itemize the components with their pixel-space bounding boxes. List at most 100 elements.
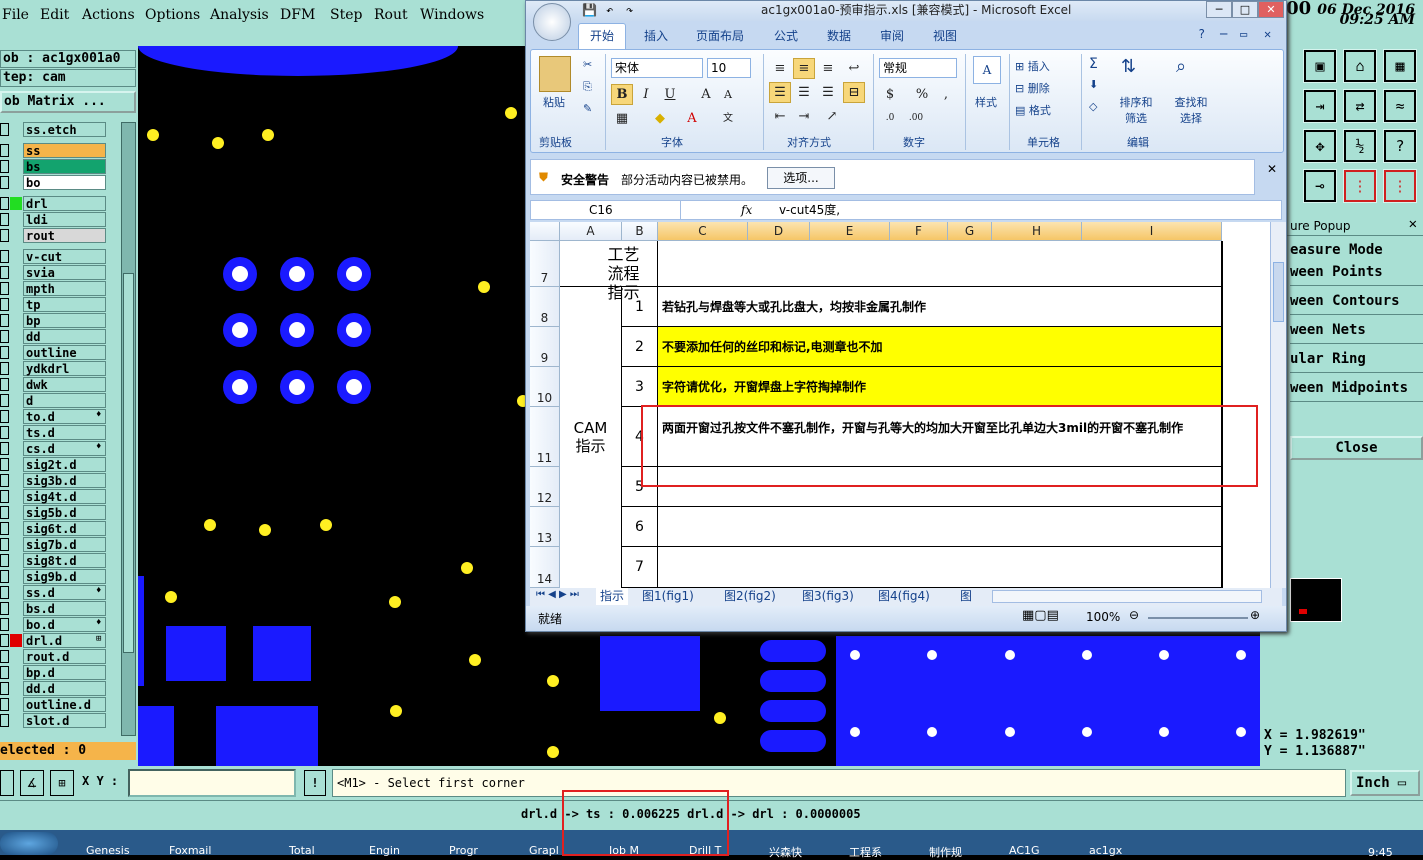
layer-row[interactable]: tp: [0, 297, 120, 312]
row-header[interactable]: 10: [530, 367, 560, 407]
empty-cell[interactable]: [658, 241, 1222, 287]
layer-row[interactable]: bs.d: [0, 601, 120, 616]
align-middle-button[interactable]: ≡: [793, 58, 815, 79]
menu-windows[interactable]: Windows: [420, 7, 484, 23]
menu-step[interactable]: Step: [330, 7, 362, 23]
phonetic-button[interactable]: 文: [717, 108, 739, 129]
snap-icon[interactable]: ∡: [20, 770, 44, 796]
zoom-out-icon[interactable]: ⊖: [1129, 608, 1139, 622]
alert-icon[interactable]: !: [304, 770, 326, 796]
comma-button[interactable]: ,: [935, 84, 957, 105]
layer-checkbox[interactable]: [0, 570, 9, 583]
layer-checkbox[interactable]: [0, 144, 9, 157]
layer-row[interactable]: sig3b.d: [0, 473, 120, 488]
align-center-button[interactable]: ☰: [793, 82, 815, 103]
layer-checkbox[interactable]: [0, 458, 9, 471]
sort-filter-icon[interactable]: ⇅: [1121, 56, 1136, 77]
layer-row[interactable]: sig4t.d: [0, 489, 120, 504]
column-header[interactable]: I: [1082, 222, 1222, 241]
net2-icon[interactable]: ⋮: [1383, 169, 1417, 203]
column-header[interactable]: E: [810, 222, 890, 241]
layer-checkbox[interactable]: [0, 698, 9, 711]
align-bottom-button[interactable]: ≡: [817, 58, 839, 79]
taskbar-item[interactable]: 工程系: [849, 844, 882, 859]
column-header[interactable]: A: [560, 222, 622, 241]
layer-row[interactable]: rout: [0, 228, 120, 243]
layer-row[interactable]: sig6t.d: [0, 521, 120, 536]
styles-icon[interactable]: A: [973, 56, 1001, 84]
menu-file[interactable]: File: [2, 7, 29, 23]
layer-row[interactable]: v-cut: [0, 249, 120, 264]
options-button[interactable]: 选项...: [767, 167, 835, 189]
xy-input[interactable]: [128, 769, 296, 797]
fill-icon[interactable]: ⬇: [1089, 78, 1098, 91]
bold-button[interactable]: B: [611, 84, 633, 105]
move-icon[interactable]: ✥: [1303, 129, 1337, 163]
menu-analysis[interactable]: Analysis: [210, 7, 269, 23]
align-right-button[interactable]: ☰: [817, 82, 839, 103]
column-header[interactable]: F: [890, 222, 948, 241]
increase-indent-button[interactable]: ⇥: [793, 106, 815, 127]
find-select-label[interactable]: 查找和选择: [1171, 94, 1211, 126]
cut-icon[interactable]: ✂: [583, 58, 592, 71]
start-button[interactable]: [0, 832, 58, 855]
row-header[interactable]: 7: [530, 241, 560, 287]
job-matrix-button[interactable]: ob Matrix ...: [0, 91, 136, 113]
formula-input[interactable]: v-cut45度,: [767, 201, 1267, 219]
close-icon[interactable]: ✕: [1409, 216, 1417, 232]
undo-icon[interactable]: ↶: [606, 3, 613, 17]
font-size-select[interactable]: 10: [707, 58, 751, 78]
measure-between-contours[interactable]: ween Contours: [1290, 289, 1423, 315]
tab-view[interactable]: 视图: [933, 27, 957, 44]
layer-checkbox[interactable]: [0, 123, 9, 136]
fill-color-button[interactable]: ◆: [649, 108, 671, 129]
currency-button[interactable]: $: [879, 84, 901, 105]
measure-annular-ring[interactable]: ular Ring: [1290, 347, 1423, 373]
sheet-tab[interactable]: 指示: [596, 588, 629, 605]
row-header[interactable]: 9: [530, 327, 560, 367]
wave-icon[interactable]: ≈: [1383, 89, 1417, 123]
sheet-tab[interactable]: 图4(fig4): [878, 588, 930, 605]
tab-home[interactable]: 开始: [590, 27, 614, 44]
font-name-select[interactable]: 宋体: [611, 58, 703, 78]
view-mode-icons[interactable]: ▦▢▤: [1022, 608, 1059, 623]
save-icon[interactable]: 💾: [582, 3, 597, 17]
paste-label[interactable]: 粘贴: [543, 94, 565, 110]
align-left-button[interactable]: ☰: [769, 82, 791, 103]
row-header[interactable]: 14: [530, 547, 560, 588]
tab-page-layout[interactable]: 页面布局: [696, 27, 744, 44]
layer-checkbox[interactable]: [0, 266, 9, 279]
wrap-text-button[interactable]: ↩: [843, 58, 865, 79]
instruction-cell[interactable]: 字符请优化，开窗焊盘上字符掏掉制作: [658, 367, 1222, 407]
probe-icon[interactable]: ⊸: [1303, 169, 1337, 203]
layer-row[interactable]: drl: [0, 196, 120, 211]
help-icon[interactable]: ?: [1198, 27, 1205, 41]
sheet-tab[interactable]: 图3(fig3): [802, 588, 854, 605]
merge-center-button[interactable]: ⊟: [843, 82, 865, 103]
instruction-cell[interactable]: 不要添加任何的丝印和标记,电测章也不加: [658, 327, 1222, 367]
layer-row[interactable]: outline.d: [0, 697, 120, 712]
layer-row[interactable]: sig7b.d: [0, 537, 120, 552]
ribbon-close-icon[interactable]: ✕: [1264, 27, 1271, 41]
minimize-button[interactable]: ─: [1206, 1, 1232, 18]
layer-checkbox[interactable]: [0, 378, 9, 391]
decrease-indent-button[interactable]: ⇤: [769, 106, 791, 127]
taskbar-item[interactable]: Engin: [369, 844, 400, 857]
redo-icon[interactable]: ↷: [626, 3, 633, 17]
layer-row[interactable]: sig5b.d: [0, 505, 120, 520]
decrease-decimal-button[interactable]: .00: [905, 108, 927, 129]
layer-checkbox[interactable]: [0, 618, 9, 631]
measure-between-midpoints[interactable]: ween Midpoints: [1290, 376, 1423, 402]
column-header[interactable]: B: [622, 222, 658, 241]
layer-checkbox[interactable]: [0, 714, 9, 727]
layer-row[interactable]: bo: [0, 175, 120, 190]
column-header[interactable]: H: [992, 222, 1082, 241]
percent-button[interactable]: %: [911, 84, 933, 105]
layer-checkbox[interactable]: [0, 474, 9, 487]
layer-row[interactable]: bp.d: [0, 665, 120, 680]
taskbar-item[interactable]: Grapl: [529, 844, 559, 857]
ribbon-restore-icon[interactable]: ▭: [1240, 27, 1247, 41]
layer-row[interactable]: dwk: [0, 377, 120, 392]
autosum-icon[interactable]: Σ: [1089, 56, 1098, 72]
sheet-tab[interactable]: 图1(fig1): [642, 588, 694, 605]
